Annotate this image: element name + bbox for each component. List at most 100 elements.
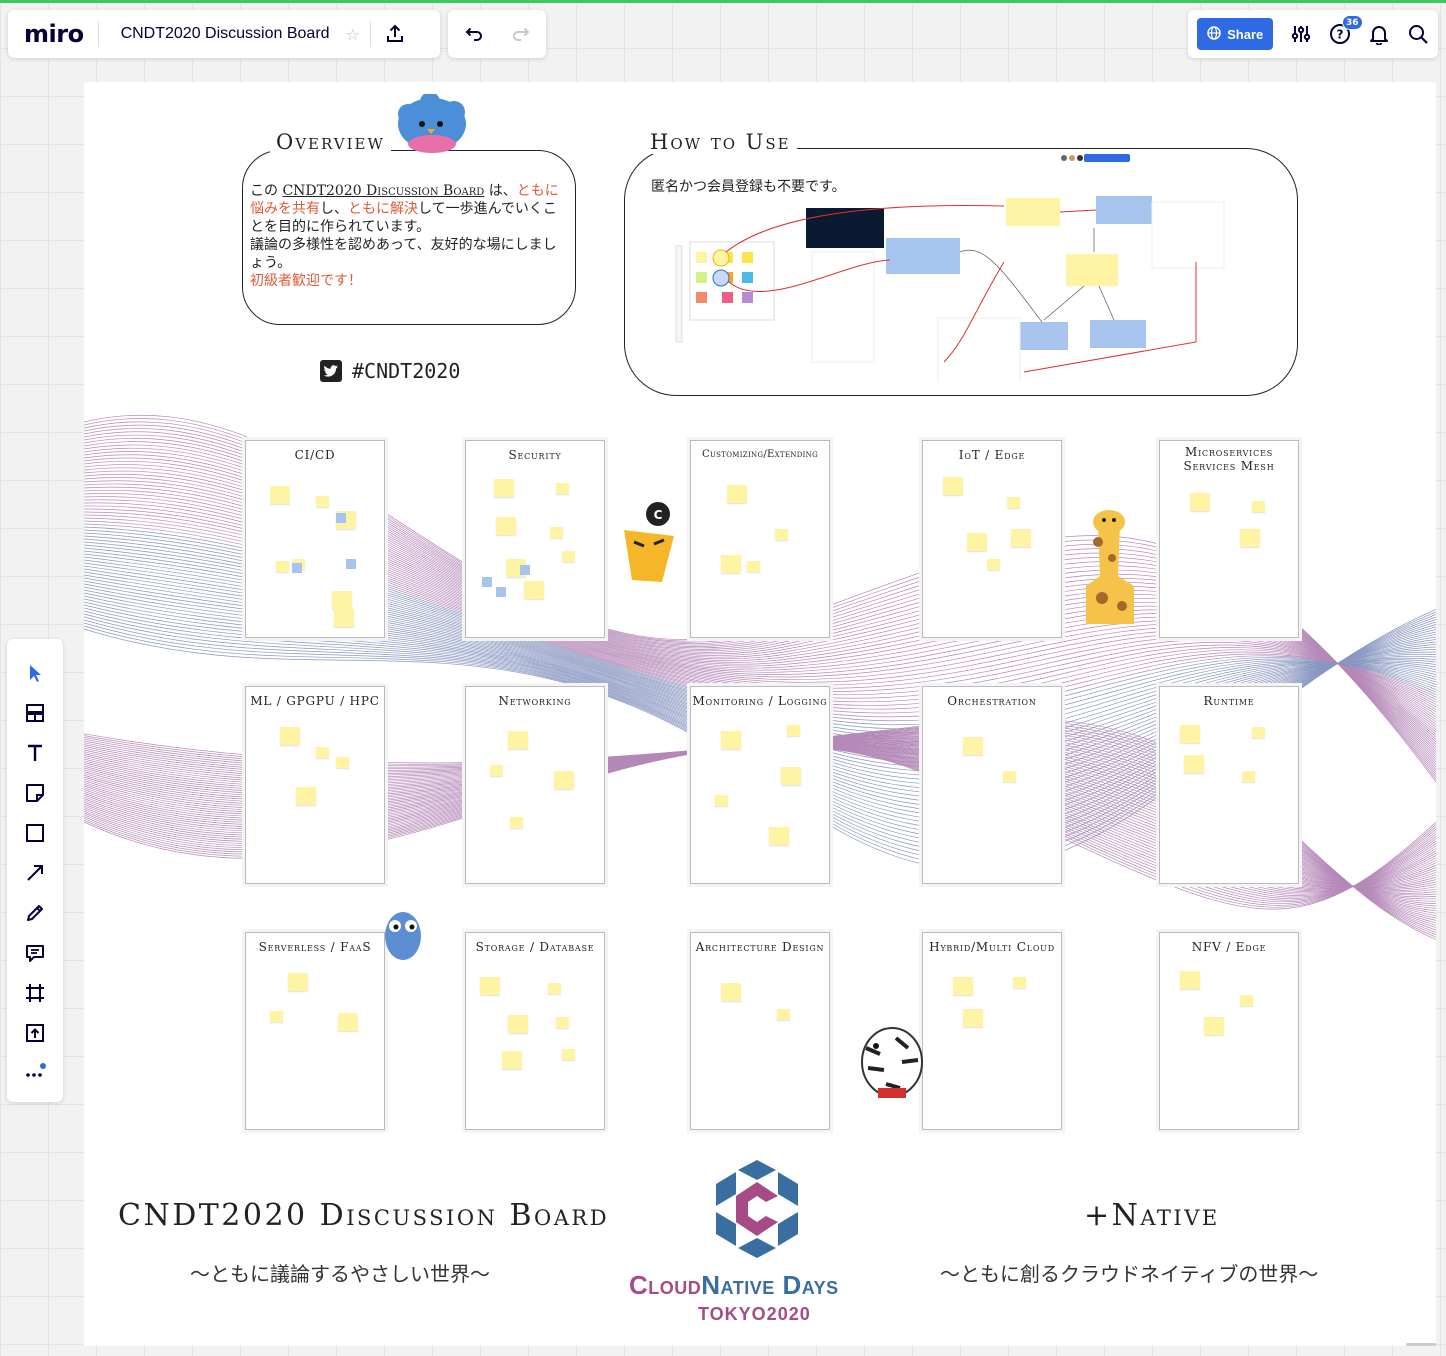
topic-frame[interactable]: IoT / Edge [922,440,1062,638]
topic-frame[interactable]: Serverless / FaaS [245,932,385,1130]
sticky-note[interactable] [316,747,329,758]
topic-frame[interactable]: Networking [465,686,605,884]
sticky-note[interactable] [276,561,289,572]
sticky-note[interactable] [562,551,575,562]
sticky-note[interactable] [556,1017,569,1028]
sticky-note[interactable] [963,1009,983,1027]
card-note[interactable] [346,559,356,569]
card-note[interactable] [482,577,492,587]
card-note[interactable] [336,513,346,523]
sticky-note[interactable] [721,555,741,573]
sticky-note[interactable] [967,533,987,551]
topic-frame[interactable]: Customizing/Extending [690,440,830,638]
shape-rectangle-icon[interactable] [15,813,55,853]
sticky-note[interactable] [508,731,528,749]
card-note[interactable] [496,587,506,597]
undo-icon[interactable] [453,14,493,54]
sticky-note[interactable] [727,485,747,503]
sticky-note[interactable] [270,1011,283,1022]
star-icon[interactable]: ☆ [338,25,370,44]
search-icon[interactable] [1399,14,1438,54]
sticky-note[interactable] [1011,529,1031,547]
select-cursor-icon[interactable] [15,653,55,693]
sticky-note[interactable] [1242,771,1255,782]
sticky-note[interactable] [494,479,514,497]
sticky-note-icon[interactable] [15,773,55,813]
sticky-note[interactable] [747,561,760,572]
sticky-note[interactable] [953,977,973,995]
sticky-note[interactable] [524,581,544,599]
sticky-note[interactable] [496,517,516,535]
sticky-note[interactable] [490,765,503,776]
sticky-note[interactable] [1003,771,1016,782]
templates-icon[interactable] [15,693,55,733]
sticky-note[interactable] [943,477,963,495]
sticky-note[interactable] [1190,493,1210,511]
share-button[interactable]: Share [1197,18,1274,50]
sticky-note[interactable] [510,817,523,828]
sticky-note[interactable] [548,983,561,994]
sticky-note[interactable] [1180,971,1200,989]
sticky-note[interactable] [554,771,574,789]
board-title[interactable]: CNDT2020 Discussion Board [99,25,338,43]
settings-sliders-icon[interactable] [1281,14,1320,54]
export-icon[interactable] [375,14,415,54]
sticky-note[interactable] [332,591,352,609]
sticky-note[interactable] [775,529,788,540]
sticky-note[interactable] [280,727,300,745]
sticky-note[interactable] [1013,977,1026,988]
sticky-note[interactable] [1240,995,1253,1006]
topic-frame[interactable]: Hybrid/Multi Cloud [922,932,1062,1130]
bell-icon[interactable] [1360,14,1399,54]
connector-arrow-icon[interactable] [15,853,55,893]
sticky-note[interactable] [334,609,354,627]
sticky-note[interactable] [336,757,349,768]
sticky-note[interactable] [1180,725,1200,743]
topic-frame[interactable]: ML / GPGPU / HPC [245,686,385,884]
sticky-note[interactable] [781,767,801,785]
sticky-note[interactable] [508,1015,528,1033]
topic-frame[interactable]: CI/CD [245,440,385,638]
sticky-note[interactable] [296,787,316,805]
topic-frame[interactable]: Microservices Services Mesh [1159,440,1299,638]
topic-frame[interactable]: Orchestration [922,686,1062,884]
sticky-note[interactable] [1184,755,1204,773]
topic-frame[interactable]: Monitoring / Logging [690,686,830,884]
sticky-note[interactable] [1252,501,1265,512]
whiteboard-canvas[interactable]: Overview この CNDT2020 Discussion Board は、… [84,82,1436,1346]
sticky-note[interactable] [556,483,569,494]
frame-icon[interactable] [15,973,55,1013]
topic-frame[interactable]: Security [465,440,605,638]
sticky-note[interactable] [1204,1017,1224,1035]
twitter-hashtag[interactable]: #CNDT2020 [320,359,460,383]
topic-frame[interactable]: NFV / Edge [1159,932,1299,1130]
miro-logo[interactable]: miro [8,20,98,48]
sticky-note[interactable] [550,527,563,538]
text-tool-icon[interactable] [15,733,55,773]
sticky-note[interactable] [502,1051,522,1069]
sticky-note[interactable] [338,1013,358,1031]
sticky-note[interactable] [270,486,290,504]
card-note[interactable] [520,565,530,575]
sticky-note[interactable] [1007,497,1020,508]
sticky-note[interactable] [787,725,800,736]
sticky-note[interactable] [288,973,308,991]
sticky-note[interactable] [1252,727,1265,738]
topic-frame[interactable]: Runtime [1159,686,1299,884]
card-note[interactable] [292,563,302,573]
sticky-note[interactable] [721,983,741,1001]
comment-icon[interactable] [15,933,55,973]
redo-icon[interactable] [502,14,542,54]
sticky-note[interactable] [562,1049,575,1060]
sticky-note[interactable] [769,827,789,845]
sticky-note[interactable] [480,977,500,995]
more-tools-icon[interactable] [15,1053,55,1093]
pen-icon[interactable] [15,893,55,933]
topic-frame[interactable]: Architecture Design [690,932,830,1130]
minimap-scrollbar[interactable] [1406,1343,1436,1346]
sticky-note[interactable] [721,731,741,749]
sticky-note[interactable] [715,795,728,806]
sticky-note[interactable] [777,1009,790,1020]
sticky-note[interactable] [987,559,1000,570]
sticky-note[interactable] [316,496,329,507]
